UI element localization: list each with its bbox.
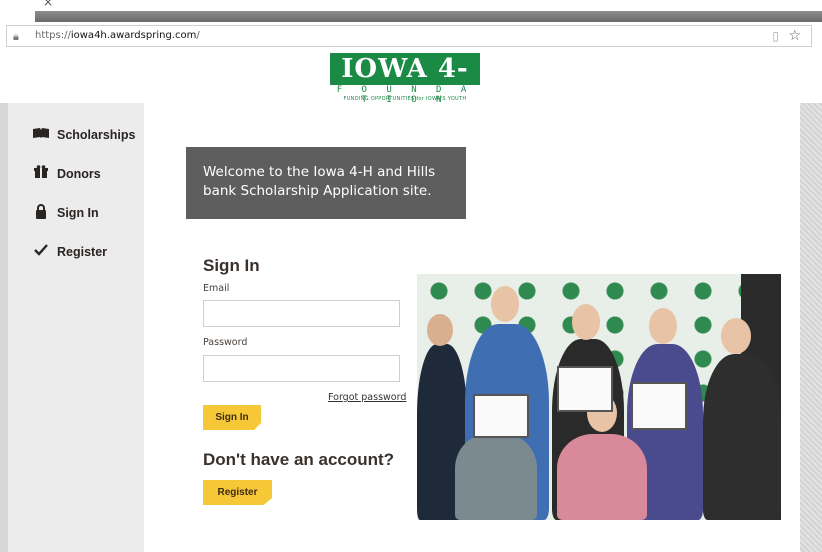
person-head (572, 304, 600, 340)
certificate (473, 394, 529, 438)
reading-view-icon[interactable]: ▯ (772, 29, 779, 43)
address-bar[interactable]: 🔒︎ https://iowa4h.awardspring.com/ ▯ ☆ (6, 25, 812, 47)
password-label: Password (203, 337, 248, 348)
person-head (491, 286, 519, 322)
certificate (631, 382, 687, 430)
favorite-star-icon[interactable]: ☆ (788, 28, 801, 44)
open-book-icon (32, 127, 50, 143)
padlock-icon: 🔒︎ (13, 30, 19, 43)
gift-icon (32, 165, 50, 183)
person-silhouette (557, 434, 647, 520)
forgot-password-link[interactable]: Forgot password (328, 392, 406, 403)
sidebar-item-sign-in[interactable]: Sign In (32, 203, 99, 223)
email-label: Email (203, 283, 230, 294)
sidebar-item-scholarships[interactable]: Scholarships (32, 125, 136, 145)
sign-in-heading: Sign In (203, 256, 260, 275)
sidebar: Scholarships Donors Sign In Register (8, 103, 144, 552)
page-left-border (0, 103, 8, 552)
password-field[interactable] (203, 355, 400, 382)
sidebar-item-label: Register (57, 245, 108, 259)
url-text[interactable]: https://iowa4h.awardspring.com/ (35, 30, 200, 41)
tab-bar (35, 11, 822, 22)
logo-foundation-text: F O U N D A T I O N (336, 85, 474, 105)
logo-tagline: FUNDING OPPORTUNITIES for IOWA'S YOUTH (343, 96, 467, 102)
iowa-4h-foundation-logo[interactable]: IOWA 4-H F O U N D A T I O N FUNDING OPP… (330, 53, 482, 116)
checkmark-icon (32, 244, 50, 260)
sidebar-item-register[interactable]: Register (32, 242, 107, 262)
no-account-heading: Don't have an account? (203, 450, 395, 469)
email-field[interactable] (203, 300, 400, 327)
lock-icon (32, 203, 50, 223)
sidebar-item-label: Sign In (57, 206, 99, 220)
person-head (427, 314, 453, 346)
person-head (721, 318, 751, 354)
sidebar-item-label: Scholarships (57, 128, 136, 142)
logo-wordmark: IOWA 4-H (330, 53, 480, 116)
url-host: iowa4h.awardspring.com (70, 30, 197, 41)
person-head (649, 308, 677, 344)
tab-close-icon[interactable]: × (43, 0, 53, 9)
person-silhouette (455, 434, 537, 520)
browser-tab-strip: × (0, 0, 822, 22)
url-prefix: https:// (35, 30, 71, 41)
url-path: / (196, 30, 200, 41)
register-button[interactable]: Register (203, 480, 272, 505)
scholarship-recipients-photo (417, 274, 781, 520)
certificate (557, 366, 613, 412)
welcome-banner: Welcome to the Iowa 4-H and Hills bank S… (186, 147, 466, 219)
sign-in-button[interactable]: Sign In (203, 405, 261, 430)
sidebar-item-label: Donors (57, 167, 101, 181)
person-silhouette (703, 354, 781, 520)
sidebar-item-donors[interactable]: Donors (32, 164, 101, 184)
page-right-border (800, 103, 822, 552)
